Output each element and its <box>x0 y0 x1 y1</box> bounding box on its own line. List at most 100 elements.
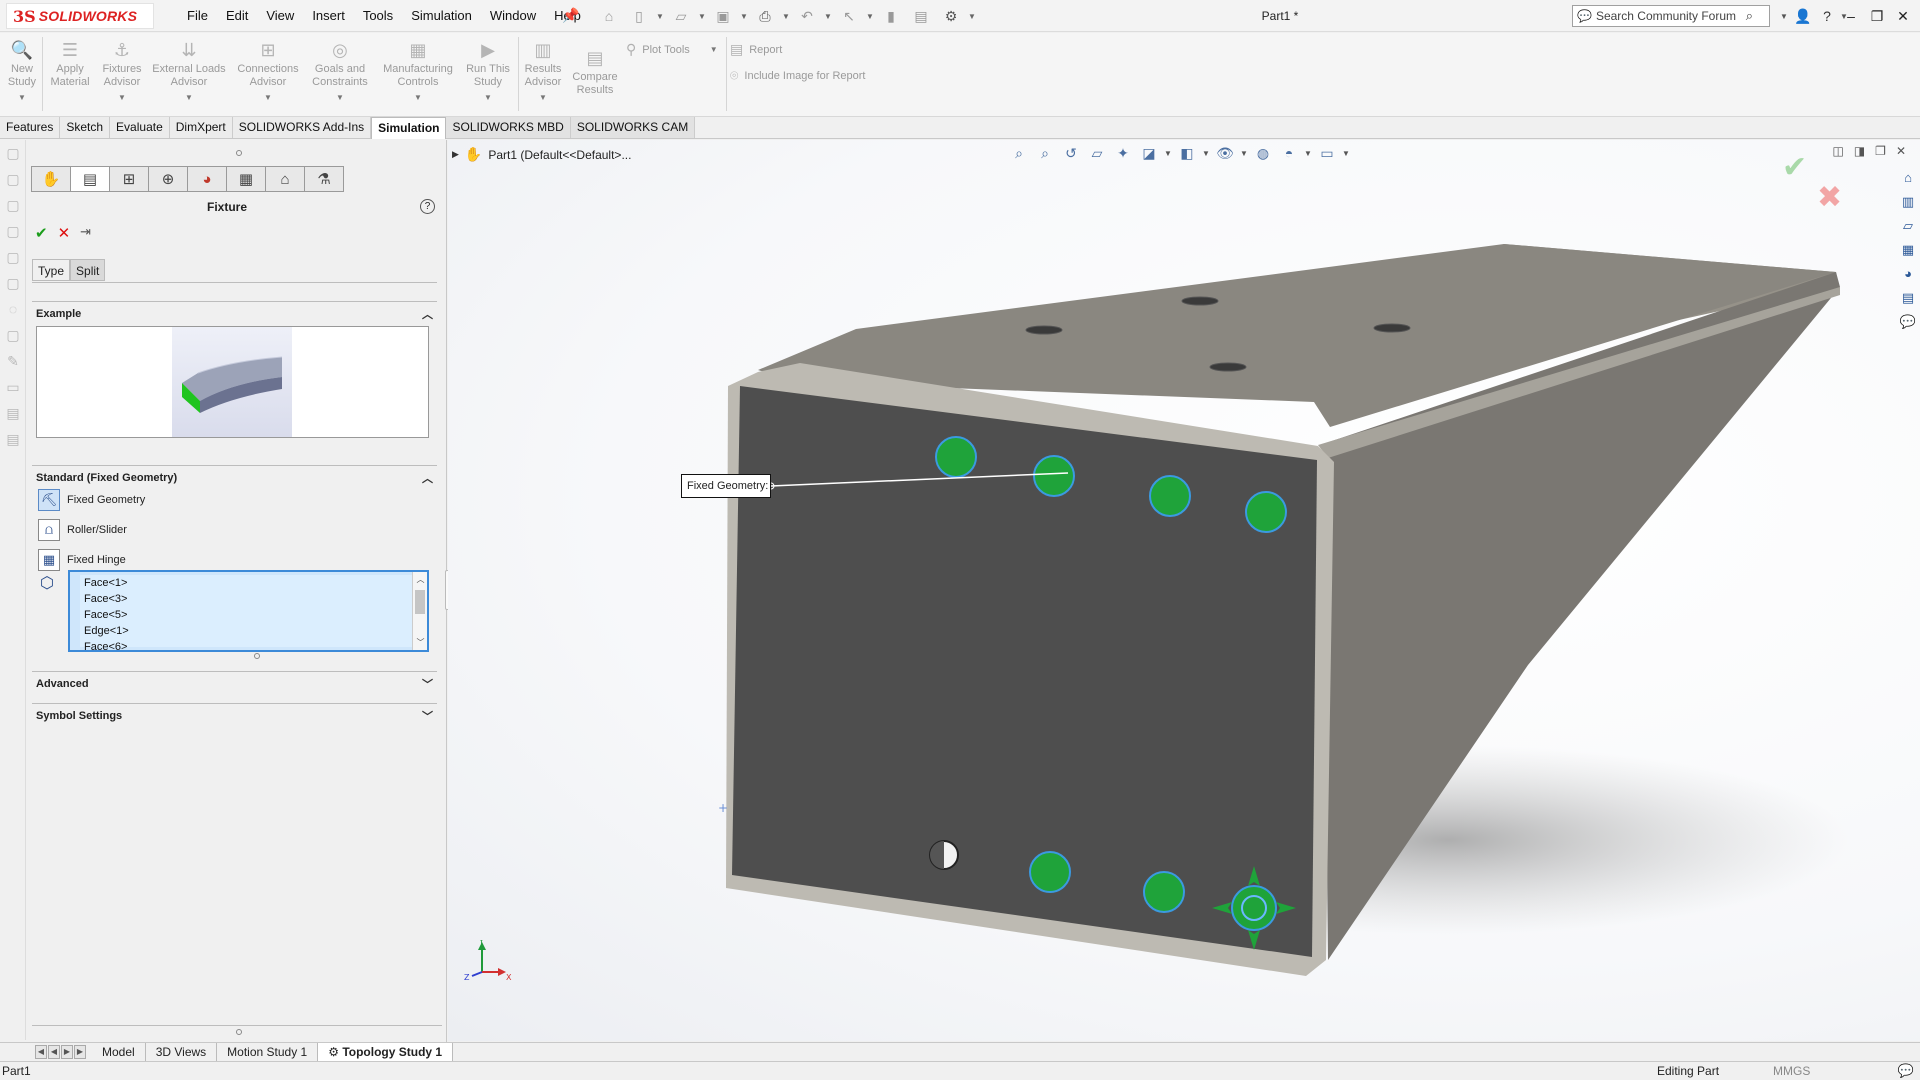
new-study-dropdown-icon[interactable]: ▼ <box>6 91 38 104</box>
tab-solidworks-addins[interactable]: SOLIDWORKS Add-Ins <box>232 117 372 138</box>
chevron-up-icon[interactable]: ︿ <box>422 470 433 486</box>
traffic-light-icon[interactable]: ▮ <box>878 5 904 27</box>
chevron-down-icon[interactable]: ﹀ <box>422 708 433 724</box>
print-icon[interactable]: ⎙ <box>752 5 778 27</box>
strip-tool-2-icon[interactable]: ▢ <box>0 166 26 192</box>
new-document-icon[interactable]: ▯ <box>626 5 652 27</box>
search-icon[interactable]: ⌕ <box>1746 8 1753 24</box>
strip-tool-6-icon[interactable]: ▢ <box>0 270 26 296</box>
undo-icon[interactable]: ↶ <box>794 5 820 27</box>
list-scrollbar[interactable]: ︿ ﹀ <box>412 572 427 650</box>
strip-tool-4-icon[interactable]: ▢ <box>0 218 26 244</box>
tab-solidworks-cam[interactable]: SOLIDWORKS CAM <box>570 117 696 138</box>
status-tooltip-icon[interactable]: 💬 <box>1898 1063 1914 1079</box>
menu-tools[interactable]: Tools <box>354 0 402 32</box>
external-loads-advisor-button[interactable]: ⇊ External Loads Advisor ▼ <box>151 37 227 104</box>
tab-features[interactable]: Features <box>0 117 61 138</box>
restore-icon[interactable]: ❐ <box>1864 8 1890 25</box>
tab-sketch[interactable]: Sketch <box>60 117 111 138</box>
roller-slider-option[interactable]: ⩍ Roller/Slider <box>38 518 127 542</box>
goals-constraints-button[interactable]: ◎ Goals and Constraints ▼ <box>308 37 372 104</box>
tab-topology-study-1[interactable]: ⚙ Topology Study 1 <box>318 1042 454 1062</box>
menu-simulation[interactable]: Simulation <box>402 0 481 32</box>
close-icon[interactable]: ✕ <box>1890 8 1916 25</box>
menu-file[interactable]: File <box>178 0 217 32</box>
menu-edit[interactable]: Edit <box>217 0 257 32</box>
strip-tool-7-icon[interactable]: ◌ <box>0 296 26 322</box>
tab-type[interactable]: Type <box>32 259 71 281</box>
options-gear-icon[interactable]: ⚙ <box>938 5 964 27</box>
list-item[interactable]: Face<6> <box>80 639 413 655</box>
search-community-forum[interactable]: 💬 Search Community Forum ⌕ <box>1572 5 1770 27</box>
results-advisor-button[interactable]: ▥ Results Advisor ▼ <box>522 37 564 104</box>
panel-grip-icon[interactable] <box>236 150 242 156</box>
scroll-up-icon[interactable]: ︿ <box>413 574 428 585</box>
fixtures-advisor-dropdown-icon[interactable]: ▼ <box>98 91 146 104</box>
display-manager-tab-icon[interactable]: ◕ <box>187 166 227 192</box>
list-item[interactable]: Edge<1> <box>80 623 413 639</box>
fixed-geometry-option[interactable]: ⛏ Fixed Geometry <box>38 488 145 512</box>
tab-solidworks-mbd[interactable]: SOLIDWORKS MBD <box>446 117 571 138</box>
tab-simulation[interactable]: Simulation <box>371 117 447 139</box>
status-unit-system[interactable]: MMGS <box>1773 1064 1810 1078</box>
fixed-hinge-option[interactable]: ▦ Fixed Hinge <box>38 548 126 572</box>
results-advisor-dropdown-icon[interactable]: ▼ <box>522 91 564 104</box>
options-dropdown-icon[interactable]: ▼ <box>968 12 976 21</box>
strip-tool-8-icon[interactable]: ▢ <box>0 322 26 348</box>
open-dropdown-icon[interactable]: ▼ <box>698 12 706 21</box>
strip-tool-5-icon[interactable]: ▢ <box>0 244 26 270</box>
report-button[interactable]: ▤ Report <box>730 41 782 58</box>
strip-tool-12-icon[interactable]: ▤ <box>0 426 26 452</box>
compare-results-button[interactable]: ▤ Compare Results <box>570 45 620 97</box>
scroll-down-icon[interactable]: ﹀ <box>413 637 428 648</box>
goals-dropdown-icon[interactable]: ▼ <box>308 91 372 104</box>
ok-check-icon[interactable]: ✔ <box>35 224 48 242</box>
menu-window[interactable]: Window <box>481 0 545 32</box>
menu-insert[interactable]: Insert <box>303 0 354 32</box>
cam-operation-tab-icon[interactable]: ⌂ <box>265 166 305 192</box>
select-arrow-icon[interactable]: ↖ <box>836 5 862 27</box>
run-this-study-button[interactable]: ▶ Run This Study ▼ <box>464 37 512 104</box>
list-item[interactable]: Face<3> <box>80 591 413 607</box>
tab-motion-study-1[interactable]: Motion Study 1 <box>217 1042 319 1062</box>
strip-tool-11-icon[interactable]: ▤ <box>0 400 26 426</box>
scroll-thumb[interactable] <box>415 590 425 614</box>
print-dropdown-icon[interactable]: ▼ <box>782 12 790 21</box>
connections-advisor-button[interactable]: ⊞ Connections Advisor ▼ <box>233 37 303 104</box>
home-icon[interactable]: ⌂ <box>596 5 622 27</box>
chevron-down-icon[interactable]: ﹀ <box>422 676 433 692</box>
strip-tool-9-icon[interactable]: ✎ <box>0 348 26 374</box>
menu-view[interactable]: View <box>257 0 303 32</box>
connections-dropdown-icon[interactable]: ▼ <box>233 91 303 104</box>
tab-split[interactable]: Split <box>70 259 106 281</box>
apply-material-button[interactable]: ☰ Apply Material <box>48 37 92 89</box>
standard-section-header[interactable]: Standard (Fixed Geometry) ︿ <box>32 465 437 489</box>
chevron-up-icon[interactable]: ︿ <box>422 306 433 322</box>
fixtures-advisor-button[interactable]: ⚓ Fixtures Advisor ▼ <box>98 37 146 104</box>
file-properties-icon[interactable]: ▤ <box>908 5 934 27</box>
help-icon[interactable]: ? <box>1816 8 1838 24</box>
pin-menu-icon[interactable]: 📌 <box>562 7 579 24</box>
feature-manager-tab-icon[interactable]: ✋ <box>31 166 71 192</box>
external-loads-dropdown-icon[interactable]: ▼ <box>151 91 227 104</box>
plot-tools-button[interactable]: ⚲ Plot Tools ▼ <box>626 41 718 58</box>
next-tab-icon[interactable]: ▶ <box>61 1045 73 1059</box>
minimize-icon[interactable]: – <box>1838 8 1864 24</box>
manufacturing-dropdown-icon[interactable]: ▼ <box>378 91 458 104</box>
open-folder-icon[interactable]: ▱ <box>668 5 694 27</box>
cancel-x-icon[interactable]: ✕ <box>58 224 71 242</box>
strip-tool-3-icon[interactable]: ▢ <box>0 192 26 218</box>
save-dropdown-icon[interactable]: ▼ <box>740 12 748 21</box>
first-tab-icon[interactable]: ◀ <box>35 1045 47 1059</box>
configuration-manager-tab-icon[interactable]: ⊞ <box>109 166 149 192</box>
user-account-icon[interactable]: 👤 <box>1792 8 1814 25</box>
help-icon[interactable]: ? <box>420 199 435 214</box>
graphics-area[interactable]: ▶ ✋ Part1 (Default<<Default>... ⌕ ⌕ ↺ ▱ … <box>448 140 1920 1041</box>
panel-bottom-grip-icon[interactable] <box>236 1029 242 1035</box>
example-section-header[interactable]: Example ︿ <box>32 301 437 325</box>
strip-tool-1-icon[interactable]: ▢ <box>0 140 26 166</box>
tab-dimxpert[interactable]: DimXpert <box>169 117 233 138</box>
tab-evaluate[interactable]: Evaluate <box>110 117 170 138</box>
undo-dropdown-icon[interactable]: ▼ <box>824 12 832 21</box>
search-dropdown-icon[interactable]: ▼ <box>1780 12 1790 21</box>
